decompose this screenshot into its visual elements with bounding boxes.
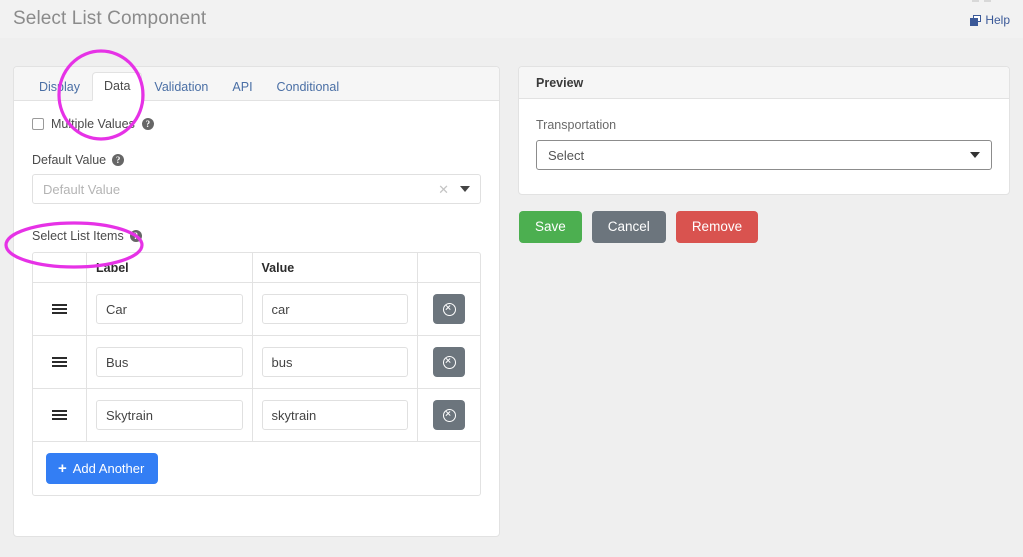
add-another-row: + Add Another: [33, 442, 480, 495]
remove-circle-icon: [442, 355, 456, 369]
table-row: [33, 283, 480, 336]
page-header: Select List Component Help: [0, 0, 1023, 38]
table-header-row: Label Value: [33, 253, 480, 283]
add-another-label: Add Another: [72, 461, 145, 476]
drag-handle-icon[interactable]: [52, 407, 67, 423]
multiple-values-checkbox[interactable]: [32, 118, 44, 130]
item-label-input[interactable]: [96, 400, 243, 430]
select-list-items-table: Label Value Car car Bus bus Skytrain sky…: [32, 252, 481, 496]
row-handle-cell[interactable]: [33, 389, 87, 441]
clear-x-icon[interactable]: ✕: [438, 183, 449, 196]
preview-header: Preview: [519, 67, 1009, 99]
action-button-bar: Save Cancel Remove: [519, 211, 759, 243]
row-label-cell: [87, 283, 253, 335]
select-list-items-label-row: Select List Items ?: [32, 229, 481, 243]
help-label: Help: [985, 13, 1010, 27]
item-label-input[interactable]: [96, 294, 243, 324]
row-action-cell: [418, 283, 480, 335]
default-value-help-icon[interactable]: ?: [112, 154, 125, 166]
default-value-select[interactable]: Default Value ✕: [32, 174, 481, 204]
multiple-values-help-icon[interactable]: ?: [141, 118, 154, 130]
add-another-button[interactable]: + Add Another: [46, 453, 159, 484]
save-button[interactable]: Save: [519, 211, 582, 243]
tab-bar: Display Data Validation API Conditional: [14, 67, 499, 101]
remove-circle-icon: [442, 302, 456, 316]
row-handle-cell[interactable]: [33, 283, 87, 335]
default-value-label-row: Default Value ?: [32, 153, 481, 167]
row-label-cell: [87, 336, 253, 388]
header-handle-cell: [33, 253, 87, 282]
tab-conditional[interactable]: Conditional: [265, 73, 352, 102]
row-handle-cell[interactable]: [33, 336, 87, 388]
default-value-label: Default Value: [32, 153, 107, 167]
row-action-cell: [418, 336, 480, 388]
page-title: Select List Component: [13, 8, 207, 29]
cutoff-artifact-right: [984, 0, 991, 2]
preview-panel: Preview Transportation Select: [518, 66, 1010, 195]
tab-validation[interactable]: Validation: [142, 73, 220, 102]
tab-display[interactable]: Display: [27, 73, 92, 102]
cutoff-artifact-left: [972, 0, 979, 2]
settings-panel: Display Data Validation API Conditional …: [13, 66, 500, 537]
row-value-cell: [253, 389, 418, 441]
cancel-button[interactable]: Cancel: [591, 211, 666, 243]
preview-field-label: Transportation: [536, 118, 617, 132]
default-value-placeholder: Default Value: [43, 181, 121, 197]
chevron-down-icon: [970, 152, 980, 158]
select-list-items-help-icon[interactable]: ?: [129, 230, 142, 242]
row-value-cell: [253, 336, 418, 388]
header-label-cell: Label: [87, 253, 253, 282]
remove-circle-icon: [442, 408, 456, 422]
multiple-values-label: Multiple Values: [51, 117, 135, 131]
remove-item-button[interactable]: [433, 347, 465, 377]
remove-item-button[interactable]: [433, 294, 465, 324]
row-label-cell: [87, 389, 253, 441]
header-value-cell: Value: [253, 253, 418, 282]
row-value-cell: [253, 283, 418, 335]
header-action-cell: [418, 253, 480, 282]
chevron-down-icon[interactable]: [460, 186, 470, 192]
item-value-input[interactable]: [261, 294, 408, 324]
preview-select-value: Select: [548, 147, 585, 163]
drag-handle-icon[interactable]: [52, 354, 67, 370]
select-list-items-label: Select List Items: [32, 229, 124, 243]
tab-data[interactable]: Data: [92, 71, 143, 101]
preview-body: Transportation Select: [519, 99, 1009, 194]
remove-button[interactable]: Remove: [675, 211, 759, 243]
multiple-values-row: Multiple Values ?: [32, 117, 481, 131]
tab-api[interactable]: API: [220, 73, 264, 102]
external-window-icon: [970, 14, 982, 26]
preview-title: Preview: [536, 75, 584, 90]
data-tab-panel: Multiple Values ? Default Value ? Defaul…: [14, 101, 499, 496]
preview-select-dropdown[interactable]: Select: [536, 140, 992, 170]
row-action-cell: [418, 389, 480, 441]
item-label-input[interactable]: [96, 347, 243, 377]
plus-icon: +: [58, 460, 67, 477]
table-row: [33, 336, 480, 389]
help-link[interactable]: Help: [970, 13, 1010, 27]
table-row: [33, 389, 480, 442]
drag-handle-icon[interactable]: [52, 301, 67, 317]
remove-item-button[interactable]: [433, 400, 465, 430]
item-value-input[interactable]: [261, 347, 408, 377]
item-value-input[interactable]: [261, 400, 408, 430]
